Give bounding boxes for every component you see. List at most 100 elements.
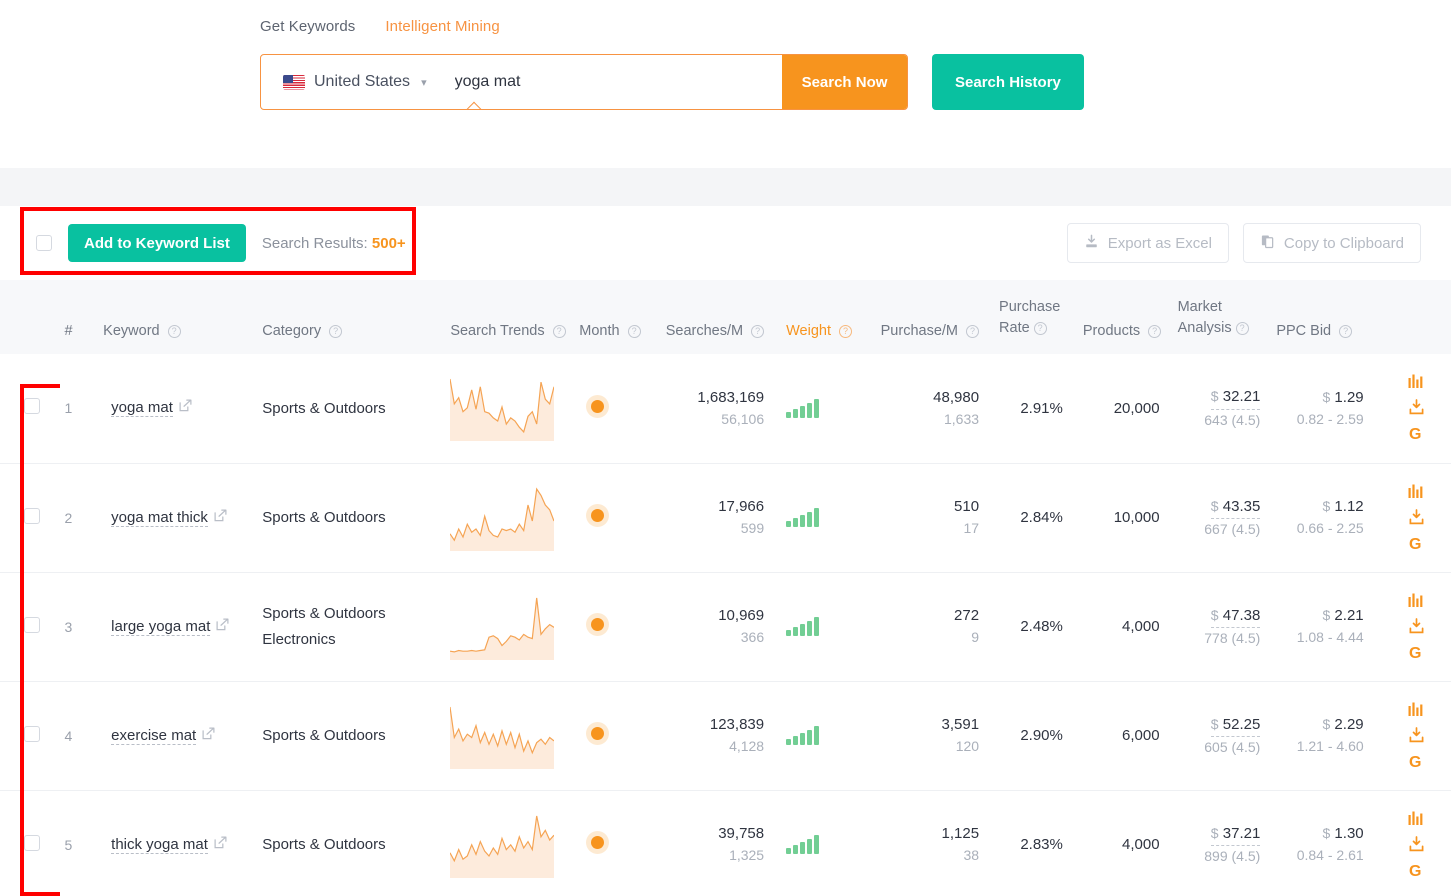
download-icon[interactable] [1408,617,1425,634]
keyword-search-input[interactable] [440,55,782,109]
bar-chart-icon[interactable] [1408,811,1425,826]
help-icon[interactable]: ? [966,325,980,338]
copy-to-clipboard-button[interactable]: Copy to Clipboard [1242,223,1421,263]
row-checkbox[interactable] [24,834,41,851]
external-link-icon[interactable] [214,836,227,852]
help-icon[interactable]: ? [627,325,641,338]
market-price-link[interactable]: $ 43.35 [1210,495,1261,519]
category-label: Electronics [262,630,336,648]
market-reviews: 667 (4.5) [1204,520,1261,537]
th-index-label: # [64,323,73,339]
market-reviews: 605 (4.5) [1204,738,1261,755]
market-price-link[interactable]: $ 37.21 [1210,822,1261,846]
month-indicator-dot [591,836,605,849]
table-header: # Keyword ? Category ? Search Trends ? M… [0,280,1451,354]
help-icon[interactable]: ? [1339,325,1353,338]
download-icon[interactable] [1408,835,1425,852]
search-history-button[interactable]: Search History [932,54,1084,110]
th-category: Category ? [262,280,451,354]
row-keyword-cell: yoga mat [103,354,263,464]
bar-chart-icon[interactable] [1408,702,1425,717]
help-icon[interactable]: ? [1033,321,1047,335]
country-selector[interactable]: United States ▾ [261,55,441,109]
purchase-sub-value: 9 [971,629,980,646]
row-searches-cell: 39,758 1,325 [665,790,779,896]
market-price: $ 43.35 [1174,495,1261,519]
row-checkbox[interactable] [24,398,41,415]
external-link-icon[interactable] [202,727,215,743]
weight-bars [786,726,880,745]
th-month-label: Month [579,323,620,339]
row-checkbox-cell [0,681,65,791]
row-checkbox-cell [0,572,65,682]
row-index: 4 [64,681,104,791]
market-price-link[interactable]: $ 47.38 [1210,604,1261,628]
market-price-link[interactable]: $ 52.25 [1210,713,1261,737]
google-icon[interactable]: G [1408,644,1425,662]
help-icon[interactable]: ? [329,325,343,338]
market-price-link[interactable]: $ 32.21 [1210,385,1261,410]
google-icon[interactable]: G [1408,862,1425,880]
external-link-icon[interactable] [179,399,192,415]
google-icon[interactable]: G [1408,753,1425,771]
keyword-link[interactable]: exercise mat [111,726,197,745]
th-searches: Searches/M ? [665,280,779,354]
table-row: 3 large yoga mat Sports & Outdoors Electron… [0,572,1451,682]
row-keyword-cell: exercise mat [103,681,263,791]
table-row: 5 thick yoga mat Sports & Outdoors 39,758 1,… [0,790,1451,896]
bar-chart-icon[interactable] [1408,484,1425,499]
th-products: Products ? [1076,280,1174,354]
help-icon[interactable]: ? [167,325,181,338]
help-icon[interactable]: ? [1235,321,1249,335]
row-weight-cell [778,463,881,573]
download-icon[interactable] [1408,399,1425,415]
th-actions [1375,280,1451,354]
row-search-trend-cell [450,572,580,682]
select-all-checkbox[interactable] [36,235,52,251]
purchase-value: 510 [954,498,980,516]
external-link-icon[interactable] [216,618,229,634]
keyword-link[interactable]: yoga mat [111,399,173,418]
download-icon[interactable] [1408,726,1425,743]
market-reviews: 778 (4.5) [1204,629,1261,646]
chevron-down-icon: ▾ [421,76,427,89]
row-checkbox[interactable] [24,507,41,524]
keyword-link[interactable]: large yoga mat [111,617,211,636]
help-icon[interactable]: ? [751,325,765,338]
ppc-bid-range: 0.66 - 2.25 [1296,520,1364,537]
ppc-bid-value: $ 2.29 [1322,716,1364,734]
tab-get-keywords[interactable]: Get Keywords [260,18,355,35]
row-index: 3 [64,572,104,682]
row-checkbox[interactable] [24,725,41,742]
row-products: 4,000 [1076,790,1174,896]
google-icon[interactable]: G [1408,425,1425,443]
help-icon[interactable]: ? [552,325,566,338]
keyword-link[interactable]: thick yoga mat [111,835,208,854]
row-month-cell [579,681,666,791]
help-icon[interactable]: ? [1148,325,1162,338]
search-now-button[interactable]: Search Now [782,55,907,109]
tab-intelligent-mining[interactable]: Intelligent Mining [385,18,499,35]
add-to-keyword-list-button[interactable]: Add to Keyword List [68,224,246,262]
row-checkbox[interactable] [24,616,41,633]
row-market-analysis-cell: $ 43.35 667 (4.5) [1173,463,1271,573]
row-checkbox-cell [0,354,65,464]
purchase-value: 272 [954,607,980,625]
bar-chart-icon[interactable] [1408,593,1425,608]
row-checkbox-cell [0,790,65,896]
download-icon[interactable] [1408,508,1425,525]
search-results-value: 500+ [371,234,406,252]
external-link-icon[interactable] [214,509,227,525]
month-indicator-dot [591,618,605,631]
export-as-excel-button[interactable]: Export as Excel [1066,223,1229,263]
help-icon[interactable]: ? [839,325,853,338]
th-month: Month ? [579,280,666,354]
keyword-link[interactable]: yoga mat thick [111,508,208,527]
bar-chart-icon[interactable] [1408,374,1425,389]
th-weight: Weight ? [778,280,881,354]
table-row: 2 yoga mat thick Sports & Outdoors 17,966 59… [0,463,1451,573]
ppc-bid-value: $ 1.29 [1322,388,1364,406]
google-icon[interactable]: G [1408,535,1425,553]
ppc-bid-range: 0.84 - 2.61 [1296,847,1364,864]
row-purchase-rate: 2.90% [993,681,1077,791]
